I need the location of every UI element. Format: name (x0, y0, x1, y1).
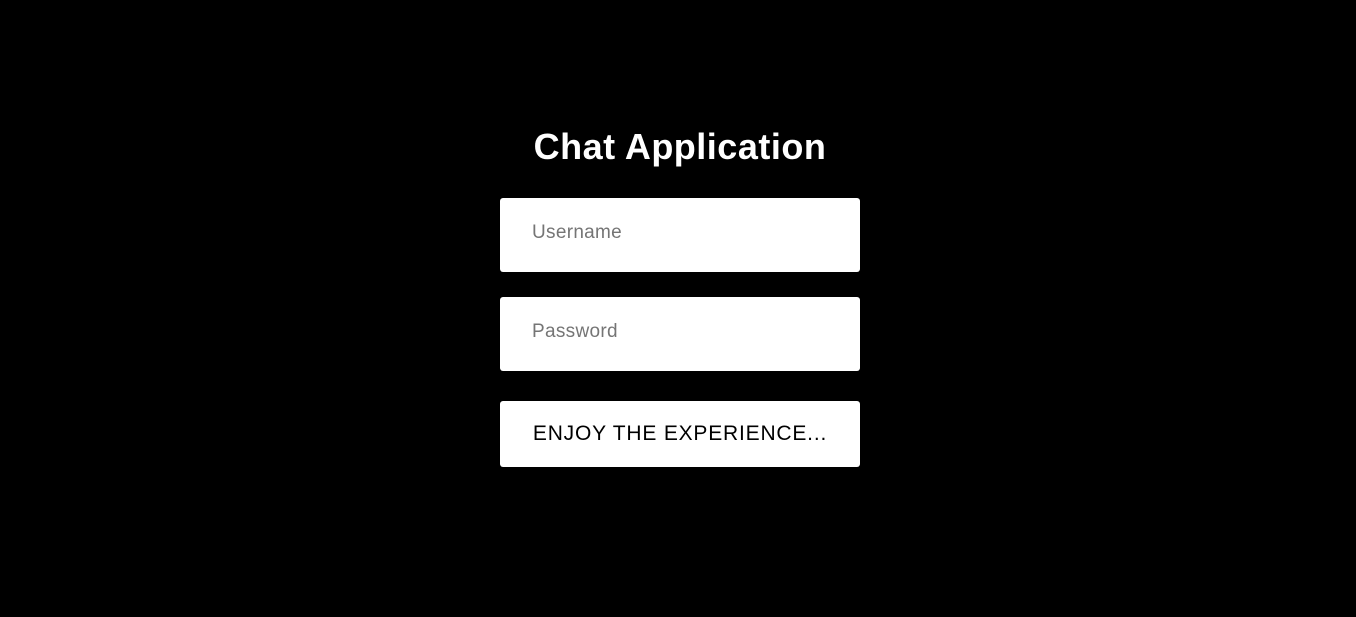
password-input[interactable] (500, 297, 860, 371)
page-title: Chat Application (533, 126, 827, 167)
login-form: Chat Application ENJOY THE EXPERIENCE... (500, 122, 860, 467)
username-input[interactable] (500, 198, 860, 272)
login-page: Chat Application ENJOY THE EXPERIENCE... (0, 0, 1356, 617)
submit-button[interactable]: ENJOY THE EXPERIENCE... (500, 401, 860, 467)
